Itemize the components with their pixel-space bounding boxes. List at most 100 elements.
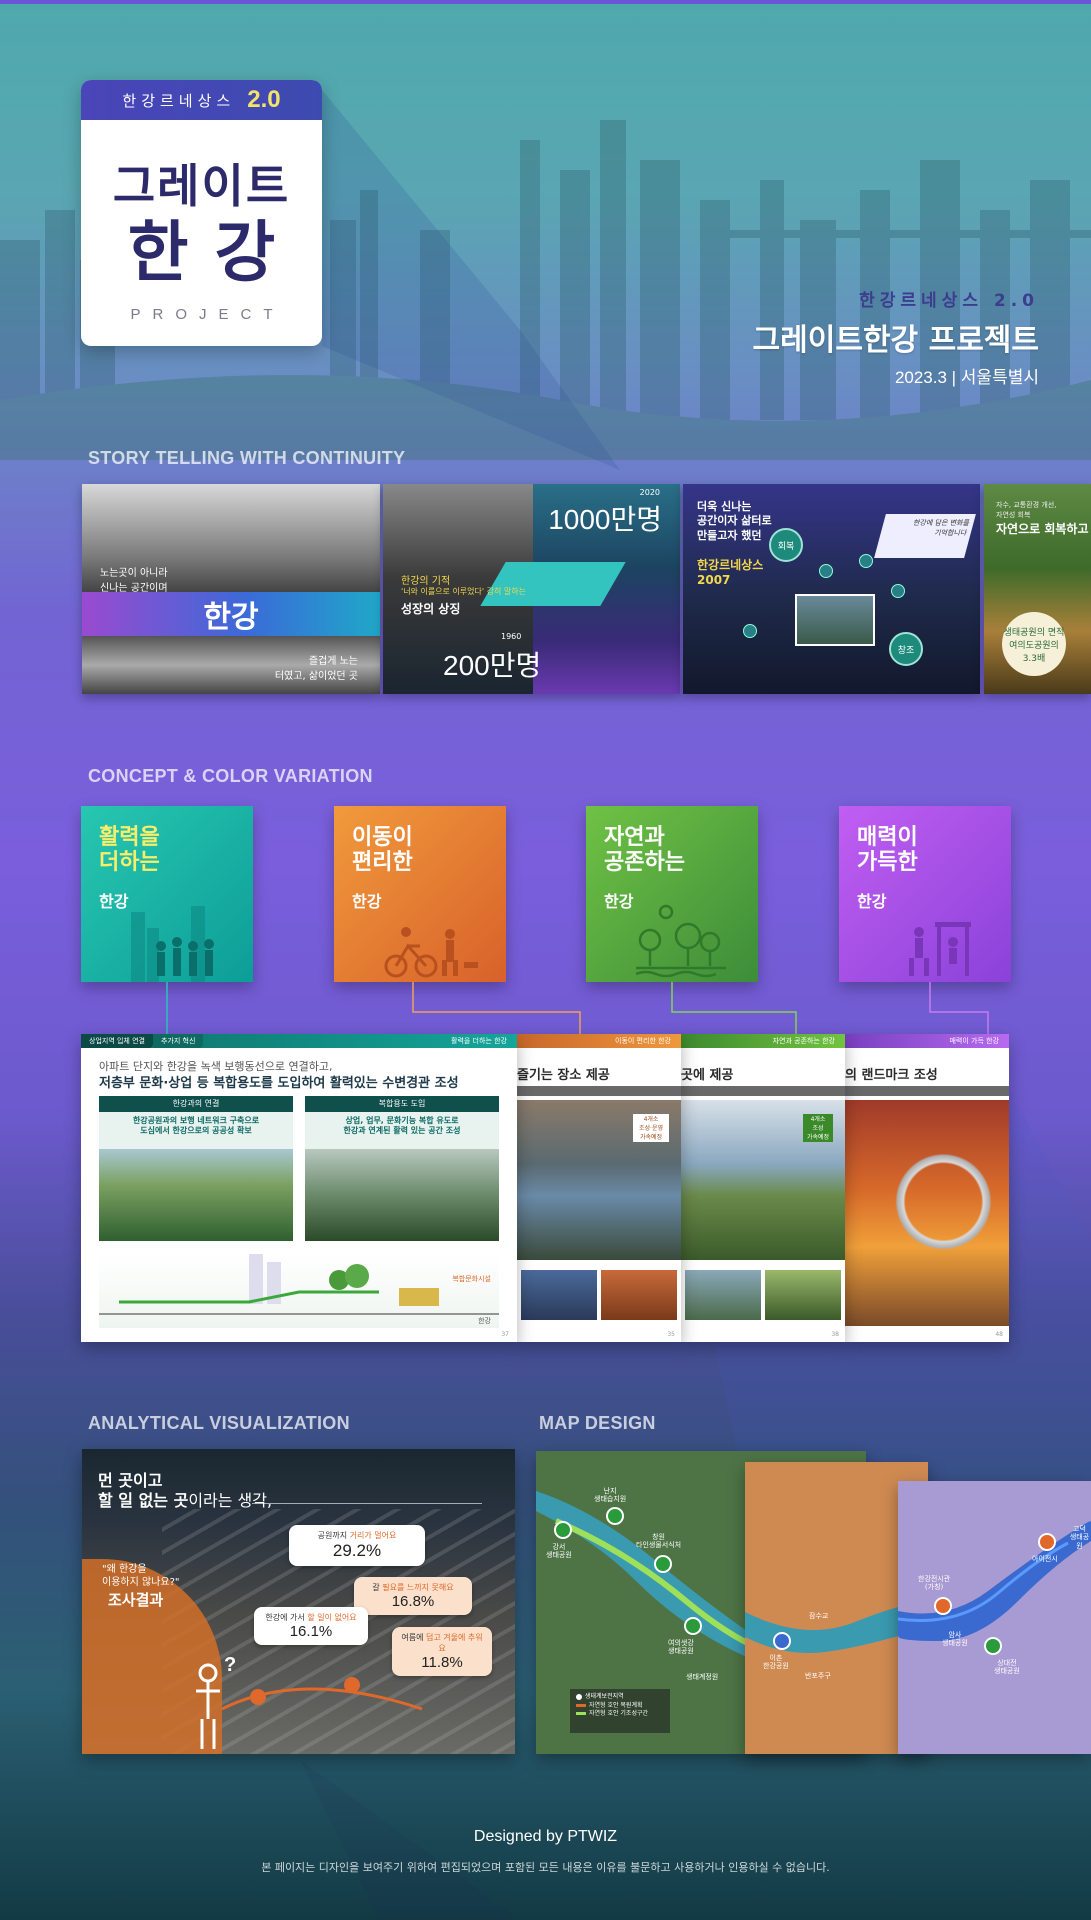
- story-renaissance-sub: 한강르네상스 2007: [697, 558, 764, 587]
- bubble-value: 29.2%: [332, 1541, 382, 1560]
- section-label: 복합문화시설: [452, 1275, 491, 1283]
- box-text: 상업, 업무, 문화기능 복합 유도로 한강과 연계된 활력 있는 공간 조성: [343, 1116, 461, 1136]
- slide-page-number: 48: [995, 1331, 1003, 1338]
- story-big-number-top: 1000만명: [548, 504, 662, 535]
- concept-slide-nature: 자연과 공존하는 한강 곳에 제공 4개소 조성 가속예정 38: [681, 1034, 845, 1342]
- concept-card-charm: 매력이 가득한 한강: [839, 806, 1011, 982]
- hero-title: 그레이트한강 프로젝트: [752, 323, 1039, 358]
- map-pin-park[interactable]: [554, 1521, 572, 1539]
- legend-item: 자연형 호안 복원계획: [589, 1701, 643, 1709]
- survey-bubble: 공원까지 거리가 멀어요 29.2%: [289, 1525, 425, 1566]
- bubble-value: 16.8%: [391, 1593, 435, 1610]
- bubble-highlight: 거리가 멀어요: [349, 1531, 397, 1540]
- map-label: 생태계정원: [686, 1673, 719, 1681]
- footer-credit: Designed by PTWIZ: [473, 1828, 618, 1845]
- cross-section-diagram: [99, 1254, 499, 1315]
- box-photo: [99, 1149, 293, 1241]
- concept-slide-mobility: 이동이 편리한 한강 즐기는 장소 제공 4개소 조성·운영 가속예정 35: [517, 1034, 681, 1342]
- slide-thumbs: [685, 1270, 841, 1320]
- concept-title: 매력이 가득한: [857, 825, 918, 875]
- story-panel-1: 노는곳이 아니라 신나는 공간이며 한강 즐겁게 노는 터였고, 삶이었던 곳: [82, 484, 380, 694]
- concept-title: 활력을 더하는: [99, 825, 160, 875]
- slide-badge: 4개소 조성·운영 가속예정: [633, 1114, 669, 1142]
- hero-kicker: 한강르네상스 2.0: [859, 291, 1039, 311]
- badge-version: 2.0: [247, 86, 281, 113]
- story-node-dot: [743, 624, 757, 638]
- hero-caption: 한강르네상스 2.0 그레이트한강 프로젝트 2023.3 | 서울특별시: [753, 286, 1039, 388]
- map-label: 반포주구: [805, 1672, 831, 1680]
- performer-icon: [909, 922, 971, 976]
- survey-question: "왜 한강을 이용하지 않나요?": [102, 1564, 180, 1588]
- map-pin-facility[interactable]: [773, 1632, 791, 1650]
- map-pin-park[interactable]: [606, 1507, 624, 1525]
- map-pin-landmark[interactable]: [1038, 1533, 1056, 1551]
- story-renaissance-title: 더욱 신나는 공간이자 삶터로 만들고자 했던: [697, 500, 772, 542]
- slide-box-mixeduse: 복합용도 도입 상업, 업무, 문화기능 복합 유도로 한강과 연계된 활력 있…: [305, 1096, 499, 1241]
- slide-header: 매력이 가득 한강: [845, 1034, 1009, 1048]
- concept-title: 자연과 공존하는: [604, 825, 685, 875]
- slide-badge: 4개소 조성 가속예정: [803, 1114, 833, 1142]
- section-label: 한강: [478, 1317, 491, 1325]
- map-label: 암사 생태공원: [942, 1631, 968, 1648]
- story-panel-4: 자수, 교통환경 개선, 자연성 회복 자연으로 회복하고 생태공원의 면적 여…: [984, 484, 1091, 694]
- story-node-recovery: 회복: [769, 528, 803, 562]
- headline-rest: 이라는 생각,: [188, 1491, 273, 1510]
- map-pin-landmark[interactable]: [934, 1597, 952, 1615]
- badge-kicker: 한강르네상스: [122, 91, 236, 110]
- top-accent-bar: [0, 0, 1091, 4]
- map-pin-park[interactable]: [654, 1555, 672, 1573]
- map-label: 한강전시관 (가칭): [918, 1575, 951, 1592]
- legend-item: 생태계보전지역: [585, 1693, 624, 1700]
- story-panel-2: 2020 1000만명 한강의 기적 '너와 이를으로 이루었다' 감히 말하는…: [383, 484, 680, 694]
- bubble-highlight: 할 일이 없어요: [307, 1613, 357, 1622]
- story-subtitle: '너와 이를으로 이루었다' 감히 말하는: [401, 587, 526, 596]
- box-header: 한강과의 연결: [99, 1096, 293, 1112]
- survey-bubble: 한강에 가서 할 일이 없어요 16.1%: [254, 1607, 368, 1645]
- slide-section-diagram: 복합문화시설 한강: [99, 1254, 499, 1328]
- section-title-story: STORY TELLING WITH CONTINUITY: [88, 448, 406, 468]
- story-year-top: 2020: [639, 488, 660, 497]
- slide-box-connection: 한강과의 연결 한강공원과의 보행 네트워크 구축으로 도심에서 한강으로의 공…: [99, 1096, 293, 1241]
- concept-slide-charm: 매력이 가득 한강 의 랜드마크 조성 48: [845, 1034, 1009, 1342]
- badge-title-line2: 한강: [127, 214, 302, 291]
- slide-tabs: 상업지역 입체 연결 추가지 혁신: [81, 1034, 204, 1048]
- person-question-icon: ?: [196, 1654, 423, 1749]
- slide-meta-bar: [845, 1086, 1009, 1096]
- map-pin-park[interactable]: [984, 1637, 1002, 1655]
- bubble-value: 16.1%: [289, 1623, 333, 1640]
- story-node-dot: [891, 584, 905, 598]
- survey-bubble: 갈 필요를 느끼지 못해요 16.8%: [354, 1577, 472, 1615]
- slide-page-number: 35: [667, 1331, 675, 1338]
- slide-title: 저층부 문화·상업 등 복합용도를 도입하여 활력있는 수변경관 조성: [99, 1076, 459, 1091]
- story-photo-thumb: [795, 594, 875, 646]
- bubble-label: 여름에: [401, 1633, 426, 1642]
- concept-slide-vitality: 활력을 더하는 한강 상업지역 입체 연결 추가지 혁신 아파트 단지와 한강을…: [81, 1034, 517, 1342]
- section-title-concept: CONCEPT & COLOR VARIATION: [88, 766, 373, 786]
- story-band-title: 한강: [82, 592, 380, 636]
- slide-header: 이동이 편리한 한강: [517, 1034, 681, 1048]
- headline-underline: [252, 1503, 482, 1504]
- badge-subtitle: PROJECT: [130, 306, 285, 323]
- map-label: 강서 생태공원: [546, 1543, 572, 1560]
- section-title-map: MAP DESIGN: [539, 1413, 656, 1433]
- story-node-dot: [859, 554, 873, 568]
- map-label: 고덕 생태공원: [1069, 1525, 1090, 1550]
- map-label: 상대전 생태공원: [994, 1659, 1020, 1676]
- map-panel-east: 한강전시관 (가칭) 아이전시 고덕 생태공원 암사 생태공원 상대전 생태공원: [898, 1481, 1091, 1754]
- trees-water-icon: [635, 904, 726, 978]
- story-title: 성장의 상징: [401, 602, 461, 616]
- slide-tab: 상업지역 입체 연결: [81, 1034, 153, 1048]
- map-pin-park[interactable]: [684, 1617, 702, 1635]
- box-header: 복합용도 도입: [305, 1096, 499, 1112]
- slide-title: 의 랜드마크 조성: [845, 1068, 938, 1083]
- map-legend: 생태계보전지역 자연형 호안 복원계획 자연형 호안 기조성구간: [570, 1689, 670, 1733]
- analytical-headline: 먼 곳이고 할 일 없는 곳이라는 생각,: [98, 1471, 272, 1511]
- badge-title-line1: 그레이트: [112, 159, 291, 213]
- concept-card-vitality: 활력을 더하는 한강: [81, 806, 253, 982]
- slide-title: 즐기는 장소 제공: [517, 1068, 610, 1083]
- section-title-analytical: ANALYTICAL VISUALIZATION: [88, 1413, 350, 1433]
- hero-meta: 2023.3 | 서울특별시: [894, 368, 1039, 387]
- slide-page-number: 38: [831, 1331, 839, 1338]
- slide-meta-bar: [517, 1086, 681, 1096]
- river-map-east: [898, 1481, 1091, 1754]
